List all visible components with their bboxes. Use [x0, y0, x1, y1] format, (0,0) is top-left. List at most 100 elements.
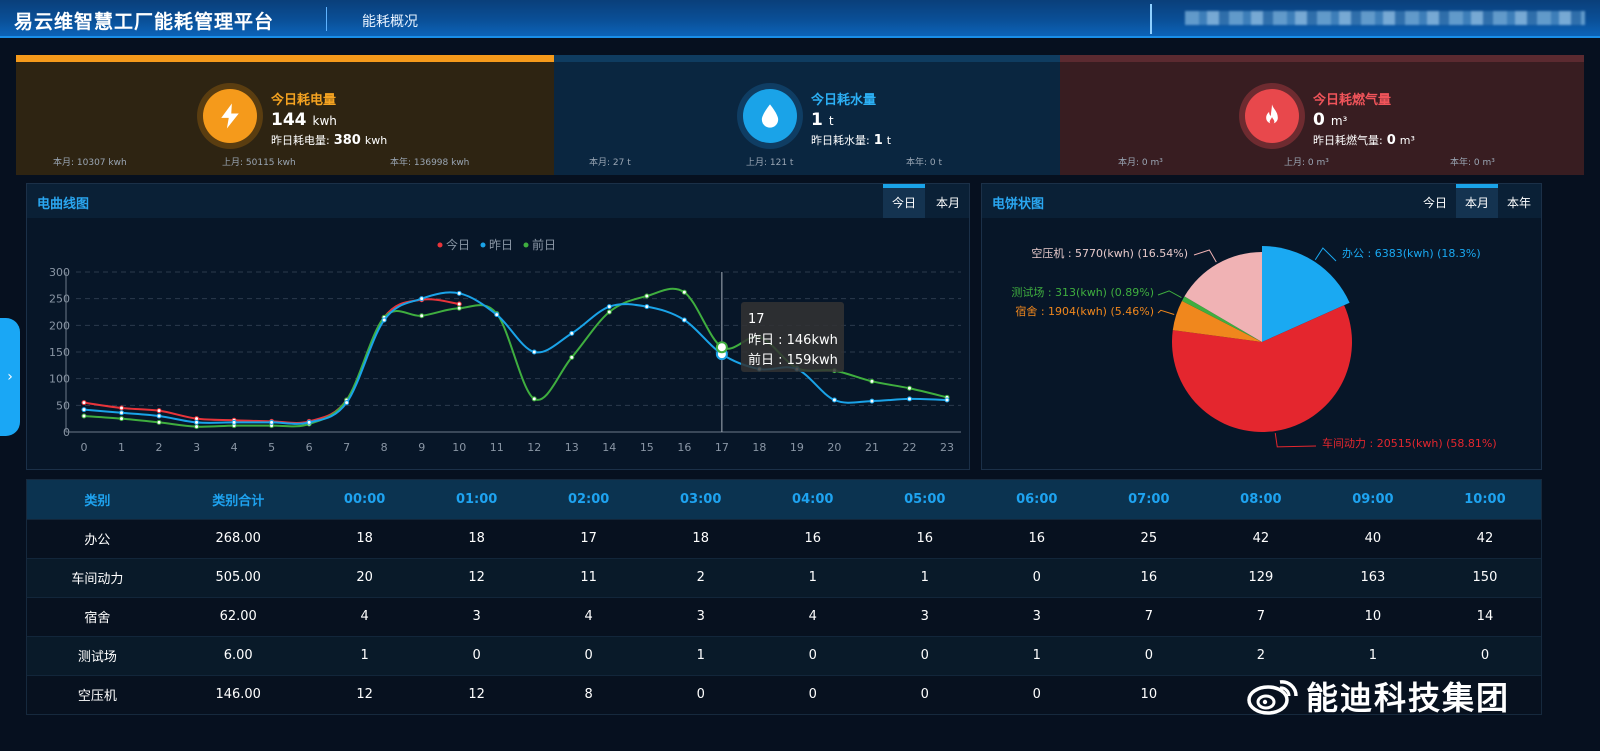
x-tick-label: 6: [306, 441, 313, 454]
pie-chart[interactable]: 办公 : 6383(kwh) (18.3%) 车间动力 : 20515(kwh) …: [982, 220, 1543, 470]
kpi-card-water: 今日耗水量 1t 昨日耗水量: 1 t 本月: 27 t 上月: 121 t 本年:…: [554, 55, 1060, 175]
data-point: [344, 400, 350, 406]
top-bar: 易云维智慧工厂能耗管理平台 能耗概况: [0, 0, 1600, 38]
chevron-right-icon: ›: [7, 369, 13, 385]
x-tick-label: 8: [381, 441, 388, 454]
kpi-yesterday-label: 昨日耗燃气量:: [1313, 134, 1383, 147]
table-cell: 车间动力: [27, 557, 168, 597]
table-cell: 3: [980, 596, 1093, 636]
table-cell: 10: [1092, 674, 1205, 714]
header-divider: [1150, 4, 1152, 34]
kpi-value-number: 1: [811, 110, 823, 130]
table-header-cell: 类别: [27, 480, 168, 519]
tab-today[interactable]: 今日: [1414, 184, 1456, 218]
table-header-cell: 00:00: [308, 480, 421, 519]
x-tick-label: 2: [156, 441, 163, 454]
y-tick-label: 200: [49, 319, 70, 332]
table-cell: 25: [1092, 518, 1205, 558]
table-cell: 40: [1316, 518, 1429, 558]
table-cell: 测试场: [27, 635, 168, 675]
table-cell: 0: [868, 635, 981, 675]
kpi-year: 本年: 0 t: [906, 158, 943, 168]
x-tick-label: 16: [677, 441, 691, 454]
data-point: [681, 317, 687, 323]
table-cell: 7: [1092, 596, 1205, 636]
page-title[interactable]: 能耗概况: [362, 11, 418, 31]
x-tick-label: 10: [452, 441, 466, 454]
kpi-card-electric: 今日耗电量 144 kwh 昨日耗电量: 380 kwh 本月: 10307 kwh …: [16, 55, 554, 175]
series-line: [83, 298, 460, 424]
sidebar-toggle-button[interactable]: ›: [0, 318, 20, 436]
table-row: 测试场 6.00 1 0 0 1 0 0 1 0 2 1 0: [27, 635, 1541, 675]
kpi-last-month: 上月: 0 m³: [1284, 158, 1329, 168]
table-header-cell: 05:00: [868, 480, 981, 519]
tab-month[interactable]: 本月: [1456, 184, 1498, 218]
x-tick-label: 17: [715, 441, 729, 454]
data-point: [419, 296, 425, 302]
table-row: 宿舍 62.00 4 3 4 3 4 3 3 7 7 10 14: [27, 596, 1541, 636]
data-point: [569, 330, 575, 336]
title-divider: [326, 7, 327, 31]
pie-leader-line: [1274, 432, 1317, 448]
data-point: [194, 424, 200, 430]
table-cell: 146.00: [167, 674, 309, 714]
kpi-value: 1t: [811, 110, 891, 130]
kpi-label: 今日耗电量: [271, 93, 337, 108]
table-cell: 17: [532, 518, 645, 558]
tab-today[interactable]: 今日: [883, 184, 925, 218]
x-tick-label: 9: [418, 441, 425, 454]
table-cell: 16: [1092, 557, 1205, 597]
table-cell: 18: [644, 518, 757, 558]
x-tick-label: 15: [640, 441, 654, 454]
legend-marker: [437, 242, 443, 248]
pie-label: 测试场 : 313(kwh) (0.89%): [1011, 285, 1154, 299]
data-point: [531, 349, 537, 355]
water-drop-icon: [743, 89, 797, 143]
table-cell: 16: [980, 518, 1093, 558]
data-point: [869, 398, 875, 404]
x-tick-label: 22: [902, 441, 916, 454]
table-cell: 办公: [27, 518, 168, 558]
table-cell: 0: [756, 635, 869, 675]
table-cell: 2: [644, 557, 757, 597]
x-tick-label: 11: [490, 441, 504, 454]
legend-label: 昨日: [489, 238, 513, 252]
kpi-yesterday-value: 380: [333, 133, 361, 148]
table-header-cell: 10:00: [1428, 480, 1541, 519]
data-point: [119, 405, 125, 411]
table-cell: 12: [308, 674, 421, 714]
kpi-card-gas: 今日耗燃气量 0 m³ 昨日耗燃气量: 0 m³ 本月: 0 m³ 上月: 0 m³ …: [1060, 55, 1584, 175]
tooltip-title: 17: [748, 312, 765, 327]
watermark-text: 能迪科技集团: [1306, 679, 1511, 717]
panel-header: 电饼状图 今日 本月 本年: [982, 184, 1541, 218]
table-cell: 20: [308, 557, 421, 597]
app-title: 易云维智慧工厂能耗管理平台: [14, 11, 275, 33]
kpi-unit: m³: [1330, 114, 1348, 128]
legend-marker: [523, 242, 529, 248]
table-cell: 16: [756, 518, 869, 558]
data-point: [456, 301, 462, 307]
table-header-row: 类别 类别合计 00:00 01:00 02:00 03:00 04:00 05:00 06:0…: [27, 480, 1541, 519]
data-point: [119, 416, 125, 422]
data-point: [906, 396, 912, 402]
table-cell: 12: [420, 674, 533, 714]
data-point: [194, 419, 200, 425]
kpi-month: 本月: 27 t: [589, 158, 631, 168]
kpi-yesterday: 昨日耗燃气量: 0 m³: [1313, 132, 1415, 148]
line-chart[interactable]: 0501001502002503000123456789101112131415…: [27, 220, 971, 470]
kpi-month: 本月: 10307 kwh: [53, 158, 127, 168]
data-point: [156, 413, 162, 419]
pie-leader-line: [1157, 309, 1175, 315]
data-point: [156, 419, 162, 425]
tab-year[interactable]: 本年: [1498, 184, 1540, 218]
table-cell: 7: [1204, 596, 1317, 636]
tooltip-line: 前日 : 159kwh: [748, 352, 838, 368]
tab-month[interactable]: 本月: [927, 184, 969, 218]
data-point: [606, 309, 612, 315]
kpi-unit: t: [828, 114, 834, 128]
table-cell: 12: [420, 557, 533, 597]
table-cell: 4: [756, 596, 869, 636]
weibo-logo-icon: [1247, 680, 1298, 715]
data-point: [531, 396, 537, 402]
table-header-cell: 类别合计: [167, 480, 309, 519]
